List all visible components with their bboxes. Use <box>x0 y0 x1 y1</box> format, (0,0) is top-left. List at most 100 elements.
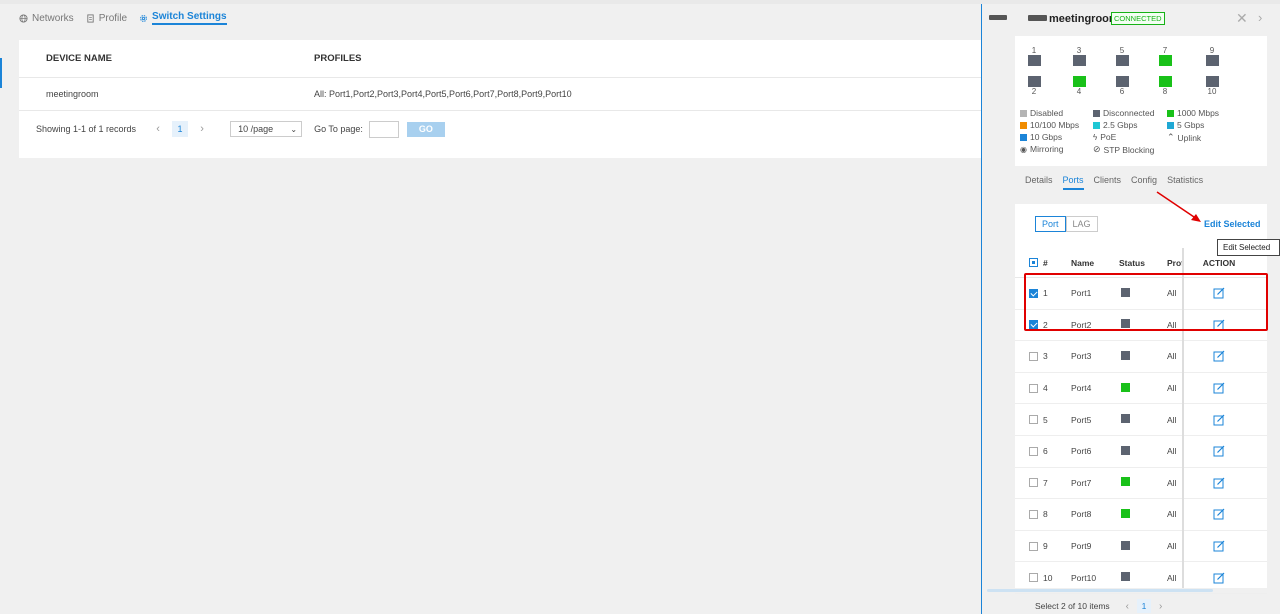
tab-clients[interactable]: Clients <box>1094 175 1122 190</box>
legend-label: 10/100 Mbps <box>1030 120 1080 130</box>
next-page-icon[interactable]: › <box>1159 601 1162 612</box>
legend-label: STP Blocking <box>1103 144 1155 155</box>
legend-label: 2.5 Gbps <box>1103 120 1138 130</box>
port-row[interactable]: 9 Port9 All <box>1015 531 1267 563</box>
port-number: 10 <box>1043 572 1053 583</box>
port-5[interactable]: 5 <box>1115 46 1129 66</box>
goto-label: Go To page: <box>314 124 363 134</box>
legend-swatch <box>1020 121 1027 129</box>
port-indicator <box>1115 76 1129 87</box>
left-selection-marker <box>0 58 2 88</box>
port-3[interactable]: 3 <box>1072 46 1086 66</box>
action-cell <box>1193 508 1245 520</box>
panel-header: meetingroom CONNECTED ✕ › <box>982 4 1280 34</box>
port-7[interactable]: 7 <box>1158 46 1172 66</box>
port-row[interactable]: 7 Port7 All <box>1015 468 1267 500</box>
port-label: 5 <box>1119 46 1125 55</box>
horizontal-scrollbar[interactable] <box>987 589 1213 592</box>
port-2[interactable]: 2 <box>1027 76 1041 96</box>
selection-summary: Select 2 of 10 items <box>1035 601 1110 611</box>
port-profile: All <box>1167 509 1177 520</box>
edit-icon[interactable] <box>1213 540 1225 552</box>
select-all-checkbox[interactable] <box>1029 258 1038 267</box>
segment-lag[interactable]: LAG <box>1065 216 1098 232</box>
lightning-icon: ϟ <box>1093 132 1098 142</box>
legend-swatch <box>1020 133 1027 141</box>
next-page-icon[interactable]: › <box>194 121 210 137</box>
blocked-icon: ⊘ <box>1093 144 1101 154</box>
go-button[interactable]: GO <box>406 121 445 137</box>
segment-port[interactable]: Port <box>1035 216 1066 232</box>
edit-icon[interactable] <box>1213 477 1225 489</box>
row-checkbox[interactable] <box>1029 478 1038 488</box>
port-4[interactable]: 4 <box>1072 76 1086 96</box>
port-6[interactable]: 6 <box>1115 76 1129 96</box>
tab-switch-settings[interactable]: Switch Settings <box>139 4 227 32</box>
vertical-scrollbar[interactable] <box>1267 32 1280 614</box>
row-checkbox[interactable] <box>1029 573 1038 583</box>
action-cell <box>1193 477 1245 489</box>
edit-icon[interactable] <box>1213 572 1225 584</box>
action-cell <box>1193 445 1245 457</box>
prev-page-icon[interactable]: ‹ <box>150 121 166 137</box>
top-nav: Networks Profile Switch Settings <box>0 4 980 32</box>
row-checkbox[interactable] <box>1029 415 1038 425</box>
checkbox-cell <box>1015 478 1043 488</box>
port-10[interactable]: 10 <box>1205 76 1219 96</box>
port-1[interactable]: 1 <box>1027 46 1041 66</box>
tab-networks[interactable]: Networks <box>19 4 74 32</box>
port-row[interactable]: 5 Port5 All <box>1015 404 1267 436</box>
table-row[interactable]: meetingroom All: Port1,Port2,Port3,Port4… <box>19 78 1014 111</box>
tab-switch-settings-label: Switch Settings <box>152 11 227 25</box>
edit-icon[interactable] <box>1213 445 1225 457</box>
checkbox-cell <box>1015 573 1043 583</box>
chevron-right-icon[interactable]: › <box>1258 10 1262 25</box>
tab-profile-label: Profile <box>98 12 128 24</box>
edit-selected-button[interactable]: Edit Selected <box>1204 219 1261 229</box>
port-label: 3 <box>1076 46 1082 55</box>
port-label: 4 <box>1076 87 1082 96</box>
legend-10gbps: 10 Gbps <box>1020 132 1062 142</box>
prev-page-icon[interactable]: ‹ <box>1126 601 1129 612</box>
page-number[interactable]: 1 <box>172 121 189 137</box>
legend-mirroring: ◉ Mirroring <box>1020 144 1064 154</box>
tab-details[interactable]: Details <box>1025 175 1053 190</box>
row-checkbox[interactable] <box>1029 351 1038 361</box>
port-row[interactable]: 8 Port8 All <box>1015 499 1267 531</box>
row-checkbox[interactable] <box>1029 383 1038 393</box>
tab-statistics[interactable]: Statistics <box>1167 175 1203 190</box>
row-checkbox[interactable] <box>1029 541 1038 551</box>
edit-icon[interactable] <box>1213 350 1225 362</box>
port-number: 5 <box>1043 414 1048 425</box>
goto-page-input[interactable] <box>368 120 399 138</box>
legend-swatch <box>1167 109 1174 117</box>
edit-selected-tooltip: Edit Selected <box>1217 239 1280 256</box>
port-8[interactable]: 8 <box>1158 76 1172 96</box>
selection-highlight-box <box>1024 273 1268 331</box>
port-9[interactable]: 9 <box>1205 46 1219 66</box>
legend-1000mbps: 1000 Mbps <box>1167 108 1219 118</box>
col-number: # <box>1043 257 1048 268</box>
edit-icon[interactable] <box>1213 508 1225 520</box>
page-size-select[interactable]: 10 /page ⌄ <box>230 121 303 137</box>
legend-label: Uplink <box>1177 132 1202 143</box>
col-status: Status <box>1119 257 1145 268</box>
tab-config[interactable]: Config <box>1131 175 1157 190</box>
tab-profile[interactable]: Profile <box>86 4 127 32</box>
action-cell <box>1193 382 1245 394</box>
port-profile: All <box>1167 351 1177 362</box>
port-row[interactable]: 4 Port4 All <box>1015 373 1267 405</box>
edit-icon[interactable] <box>1213 414 1225 426</box>
port-indicator <box>1205 76 1219 87</box>
page-number[interactable]: 1 <box>1137 599 1151 613</box>
close-icon[interactable]: ✕ <box>1236 10 1248 27</box>
port-row[interactable]: 6 Port6 All <box>1015 436 1267 468</box>
row-checkbox[interactable] <box>1029 446 1038 456</box>
edit-icon[interactable] <box>1213 382 1225 394</box>
tab-ports[interactable]: Ports <box>1062 175 1084 190</box>
legend-swatch <box>1167 121 1174 129</box>
row-checkbox[interactable] <box>1029 509 1038 519</box>
action-cell <box>1193 572 1245 584</box>
port-row[interactable]: 3 Port3 All <box>1015 341 1267 373</box>
checkbox-cell <box>1015 541 1043 551</box>
